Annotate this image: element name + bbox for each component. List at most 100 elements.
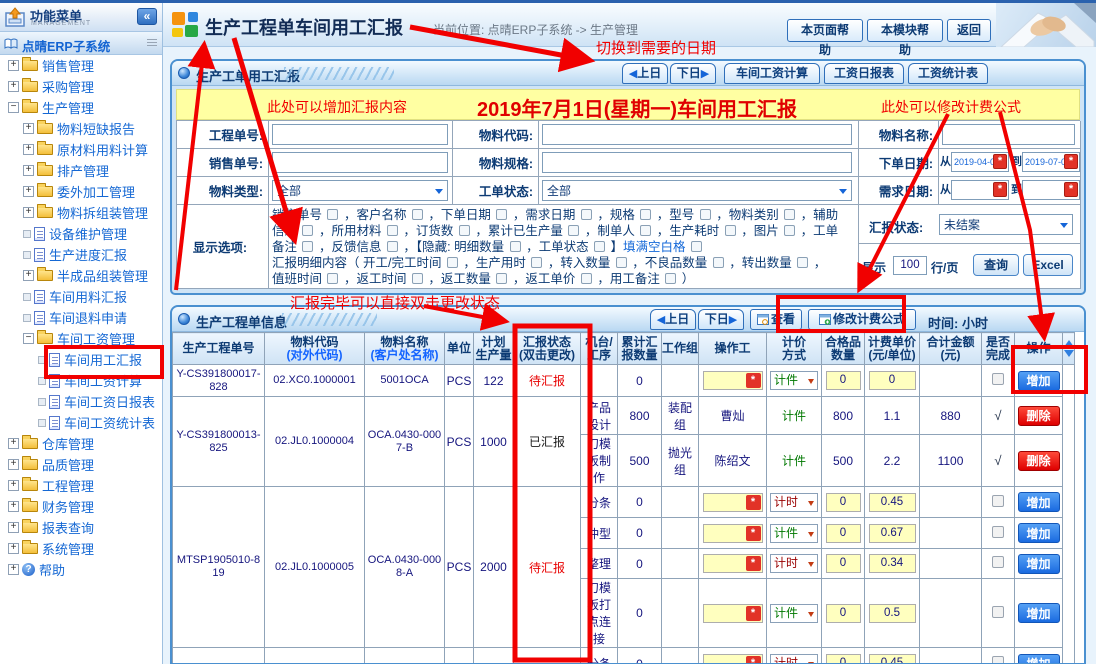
date-picker-icon[interactable]: * — [993, 182, 1007, 197]
unit-price-input[interactable]: 0.67 — [869, 524, 916, 543]
operator-input[interactable]: * — [703, 554, 763, 573]
sidebar-item-车间退料申请[interactable]: 车间退料申请 — [0, 307, 162, 328]
cell-unit-price[interactable]: 0.67 — [865, 518, 920, 549]
order-date-to-input[interactable]: 2019-07-01* — [1022, 152, 1080, 172]
sidebar-item-采购管理[interactable]: +采购管理 — [0, 76, 162, 97]
option-checkbox[interactable] — [387, 241, 398, 252]
tree-expand-icon[interactable]: + — [8, 459, 19, 470]
option-checkbox[interactable] — [327, 273, 338, 284]
operator-input[interactable]: * — [703, 493, 763, 512]
option-checkbox[interactable] — [531, 257, 542, 268]
add-button[interactable]: 增加 — [1018, 554, 1060, 574]
tree-expand-icon[interactable]: + — [8, 501, 19, 512]
tree-expand-icon[interactable]: + — [23, 207, 34, 218]
sales-no-input[interactable] — [272, 152, 448, 173]
tree-expand-icon[interactable]: + — [23, 270, 34, 281]
option-checkbox[interactable] — [691, 241, 702, 252]
qualified-qty-input[interactable]: 0 — [826, 654, 861, 664]
sidebar-item-委外加工管理[interactable]: +委外加工管理 — [0, 181, 162, 202]
cell-qualified-qty[interactable]: 0 — [822, 518, 865, 549]
delete-button[interactable]: 删除 — [1018, 406, 1060, 426]
wo-status-select[interactable]: 全部 — [542, 180, 852, 201]
prev-day-button[interactable]: ◀上日 — [622, 63, 668, 84]
sidebar-item-物料拆组装管理[interactable]: +物料拆组装管理 — [0, 202, 162, 223]
sidebar-item-财务管理[interactable]: +财务管理 — [0, 496, 162, 517]
next-day-button[interactable]: 下日▶ — [670, 63, 716, 84]
sidebar-item-生产管理[interactable]: −生产管理 — [0, 97, 162, 118]
sidebar-item-车间工资计算[interactable]: 车间工资计算 — [0, 370, 162, 391]
module-help-button[interactable]: 本模块帮助 — [867, 19, 943, 42]
sidebar-item-生产进度汇报[interactable]: 生产进度汇报 — [0, 244, 162, 265]
cell-done[interactable] — [982, 487, 1015, 518]
operator-input[interactable]: * — [703, 524, 763, 543]
sidebar-item-销售管理[interactable]: +销售管理 — [0, 55, 162, 76]
sort-desc-icon[interactable] — [1064, 350, 1074, 362]
date-picker-icon[interactable]: * — [993, 154, 1007, 169]
cell-pricing-method[interactable]: 计件 — [767, 579, 822, 648]
option-checkbox[interactable] — [713, 257, 724, 268]
demand-date-from-input[interactable]: * — [951, 180, 1009, 200]
option-checkbox[interactable] — [568, 225, 579, 236]
pricing-select[interactable]: 计时 — [770, 654, 818, 664]
cell-operator[interactable]: * — [699, 518, 767, 549]
sidebar-item-原材料用料计算[interactable]: +原材料用料计算 — [0, 139, 162, 160]
tree-expand-icon[interactable]: + — [8, 522, 19, 533]
sidebar-item-报表查询[interactable]: +报表查询 — [0, 517, 162, 538]
tree-collapse-icon[interactable]: − — [8, 102, 19, 113]
qualified-qty-input[interactable]: 0 — [826, 371, 861, 390]
cell-done[interactable] — [982, 365, 1015, 397]
pricing-select[interactable]: 计时 — [770, 554, 818, 573]
operator-input[interactable]: * — [703, 371, 763, 390]
sidebar-item-设备维护管理[interactable]: 设备维护管理 — [0, 223, 162, 244]
cell-qualified-qty[interactable]: 0 — [822, 549, 865, 579]
cell-operator[interactable]: * — [699, 365, 767, 397]
option-checkbox[interactable] — [665, 273, 676, 284]
cell-pricing-method[interactable]: 计件 — [767, 365, 822, 397]
cell-report-status[interactable]: 待汇报 — [514, 365, 581, 397]
sidebar-collapse-button[interactable]: « — [137, 8, 157, 25]
tree-expand-icon[interactable]: + — [8, 543, 19, 554]
back-button[interactable]: 返回 — [947, 19, 991, 42]
operator-picker-icon[interactable]: * — [746, 606, 761, 621]
cell-unit-price[interactable]: 0 — [865, 365, 920, 397]
cell-pricing-method[interactable]: 计时 — [767, 549, 822, 579]
option-checkbox[interactable] — [496, 209, 507, 220]
add-button[interactable]: 增加 — [1018, 371, 1060, 391]
option-checkbox[interactable] — [797, 257, 808, 268]
rows-per-page-input[interactable]: 100 — [893, 256, 927, 275]
operator-input[interactable]: * — [703, 654, 763, 664]
sort-arrows[interactable] — [1063, 333, 1075, 365]
tree-expand-icon[interactable]: + — [8, 564, 19, 575]
option-checkbox[interactable] — [725, 225, 736, 236]
material-name-input[interactable] — [942, 124, 1075, 145]
sidebar-item-排产管理[interactable]: +排产管理 — [0, 160, 162, 181]
option-checkbox[interactable] — [387, 225, 398, 236]
sidebar-item-系统管理[interactable]: +系统管理 — [0, 538, 162, 559]
prev-day-button[interactable]: ◀上日 — [650, 309, 696, 330]
cell-done[interactable] — [982, 648, 1015, 664]
tab-wage-calc[interactable]: 车间工资计算 — [724, 63, 820, 84]
delete-button[interactable]: 删除 — [1018, 451, 1060, 471]
option-checkbox[interactable] — [640, 225, 651, 236]
tab-wage-stats[interactable]: 工资统计表 — [908, 63, 988, 84]
unit-price-input[interactable]: 0.45 — [869, 654, 916, 664]
material-type-select[interactable]: 全部 — [272, 180, 448, 201]
page-help-button[interactable]: 本页面帮助 — [787, 19, 863, 42]
sidebar-item-车间工资管理[interactable]: −车间工资管理 — [0, 328, 162, 349]
sidebar-item-工程管理[interactable]: +工程管理 — [0, 475, 162, 496]
order-date-from-input[interactable]: 2019-04-02* — [951, 152, 1009, 172]
tree-expand-icon[interactable]: + — [23, 186, 34, 197]
cell-operator[interactable]: * — [699, 579, 767, 648]
unit-price-input[interactable]: 0.5 — [869, 604, 916, 623]
add-button[interactable]: 增加 — [1018, 523, 1060, 543]
qualified-qty-input[interactable]: 0 — [826, 604, 861, 623]
tree-expand-icon[interactable]: + — [23, 144, 34, 155]
cell-report-status[interactable]: 已汇报 — [514, 397, 581, 487]
cell-unit-price[interactable]: 0.34 — [865, 549, 920, 579]
option-checkbox[interactable] — [616, 257, 627, 268]
cell-qualified-qty[interactable]: 0 — [822, 579, 865, 648]
tree-expand-icon[interactable]: + — [8, 81, 19, 92]
pricing-select[interactable]: 计时 — [770, 493, 818, 512]
tree-expand-icon[interactable]: + — [8, 438, 19, 449]
edit-formula-button[interactable]: 修改计费公式 — [808, 309, 916, 330]
